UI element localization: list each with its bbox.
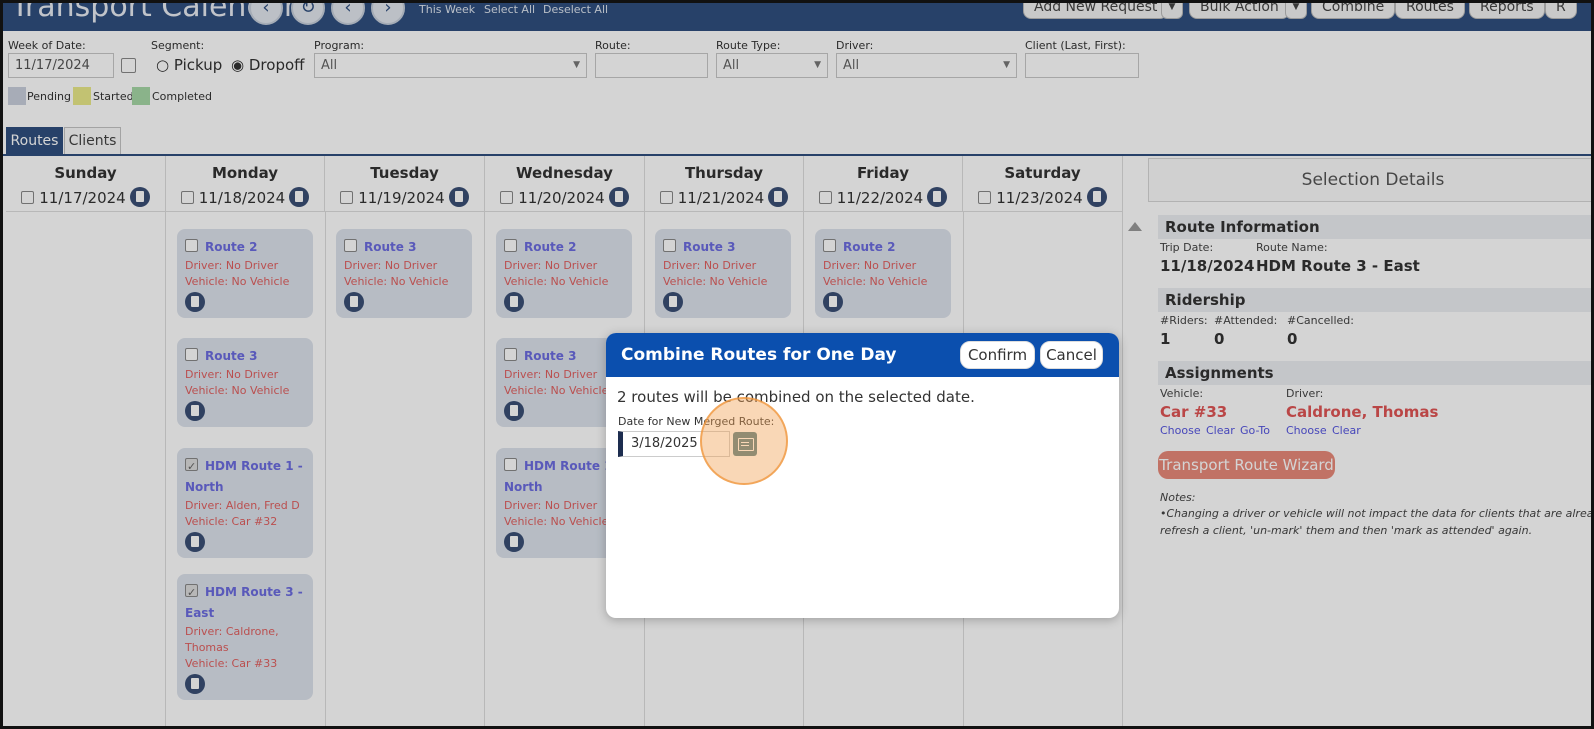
click-indicator bbox=[700, 397, 788, 485]
confirm-button[interactable]: Confirm bbox=[960, 341, 1035, 369]
combine-routes-dialog: Combine Routes for One Day Confirm Cance… bbox=[606, 333, 1119, 618]
app-window: Transport Calendar ‹ ↻ ‹ › This Week Sel… bbox=[0, 0, 1594, 729]
cancel-button[interactable]: Cancel bbox=[1040, 341, 1103, 369]
dialog-header: Combine Routes for One Day Confirm Cance… bbox=[606, 333, 1119, 377]
dialog-title: Combine Routes for One Day bbox=[621, 345, 897, 365]
dialog-message: 2 routes will be combined on the selecte… bbox=[617, 388, 975, 406]
